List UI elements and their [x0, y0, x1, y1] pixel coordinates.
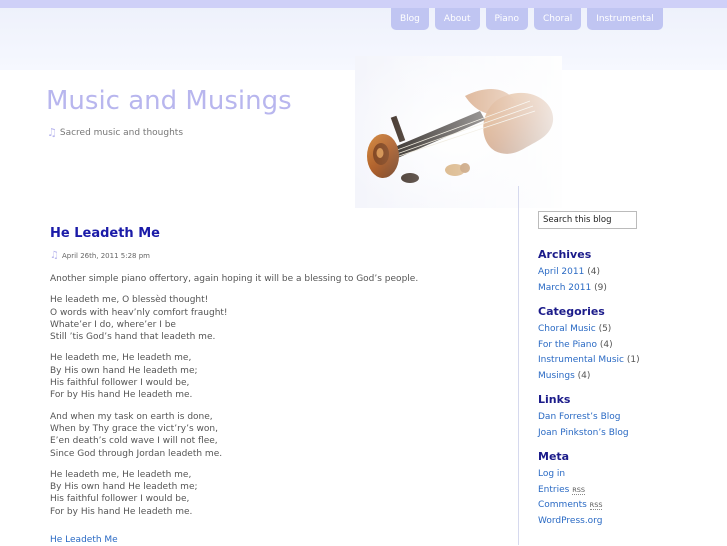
sidebar-divider — [518, 186, 519, 545]
list-item: March 2011 (9) — [538, 281, 708, 297]
music-note-icon: ♫ — [47, 126, 57, 139]
categories-list: Choral Music (5) For the Piano (4) Instr… — [538, 322, 708, 384]
list-item: Comments RSS — [538, 498, 708, 514]
tagline-text: Sacred music and thoughts — [59, 127, 184, 138]
category-link[interactable]: Musings — [538, 371, 575, 381]
meta-list: Log in Entries RSS Comments RSS WordPres… — [538, 467, 708, 529]
meta-title: Meta — [538, 450, 570, 463]
top-accent-bar — [0, 0, 727, 8]
verse-1: He leadeth me, O blessèd thought! O word… — [50, 295, 228, 343]
list-item: Entries RSS — [538, 483, 708, 499]
violin-scroll-image — [355, 56, 562, 208]
nav-tab-instrumental[interactable]: Instrumental — [587, 8, 663, 30]
nav-tab-about[interactable]: About — [434, 8, 480, 30]
nav-tab-choral[interactable]: Choral — [533, 8, 582, 30]
list-item: Joan Pinkston’s Blog — [538, 426, 708, 442]
rss-abbr: RSS — [589, 501, 603, 510]
archives-list: April 2011 (4) March 2011 (9) — [538, 265, 708, 296]
post-title[interactable]: He Leadeth Me — [50, 226, 470, 241]
verse-3: And when my task on earth is done, When … — [50, 411, 223, 459]
archives-title: Archives — [538, 248, 592, 261]
site-tagline: ♫ Sacred music and thoughts — [47, 126, 183, 139]
list-item: Log in — [538, 467, 708, 483]
archives-widget: Archives April 2011 (4) March 2011 (9) — [538, 248, 708, 296]
post-count: (4) — [587, 267, 600, 277]
post-meta: ♫ April 26th, 2011 5:28 pm — [50, 250, 470, 261]
verse-2: He leadeth me, He leadeth me, By His own… — [50, 353, 198, 401]
category-link[interactable]: Instrumental Music — [538, 355, 624, 365]
archive-link[interactable]: April 2011 — [538, 267, 584, 277]
login-link[interactable]: Log in — [538, 469, 565, 479]
categories-widget: Categories Choral Music (5) For the Pian… — [538, 305, 708, 384]
comments-rss-link[interactable]: Comments — [538, 500, 587, 510]
post-audio-link[interactable]: He Leadeth Me — [50, 535, 118, 545]
nav-tab-piano[interactable]: Piano — [485, 8, 528, 30]
meta-widget: Meta Log in Entries RSS Comments RSS Wor… — [538, 450, 708, 529]
list-item: Choral Music (5) — [538, 322, 708, 338]
list-item: Musings (4) — [538, 369, 708, 385]
archive-link[interactable]: March 2011 — [538, 283, 591, 293]
music-note-icon: ♫ — [50, 250, 59, 261]
post-count: (1) — [626, 355, 640, 365]
nav-tab-blog[interactable]: Blog — [391, 8, 429, 30]
sidebar: Archives April 2011 (4) March 2011 (9) C… — [538, 207, 708, 529]
rss-abbr: RSS — [572, 485, 586, 495]
links-widget: Links Dan Forrest’s Blog Joan Pinkston’s… — [538, 393, 708, 441]
entries-rss-link[interactable]: Entries — [538, 485, 569, 495]
post-count: (4) — [577, 370, 591, 381]
main-nav: Blog About Piano Choral Instrumental — [391, 8, 669, 30]
post-count: (9) — [594, 282, 607, 293]
list-item: WordPress.org — [538, 514, 708, 530]
category-link[interactable]: Choral Music — [538, 324, 596, 334]
site-title[interactable]: Music and Musings — [46, 86, 292, 116]
post-date: April 26th, 2011 5:28 pm — [61, 251, 150, 260]
post-count: (4) — [599, 339, 613, 350]
links-title: Links — [538, 393, 571, 406]
post-count: (5) — [598, 324, 612, 334]
blogroll-link[interactable]: Dan Forrest’s Blog — [538, 412, 620, 422]
category-link[interactable]: For the Piano — [538, 340, 597, 350]
verse-4: He leadeth me, He leadeth me, By His own… — [50, 469, 198, 517]
list-item: Instrumental Music (1) — [538, 353, 708, 369]
links-list: Dan Forrest’s Blog Joan Pinkston’s Blog — [538, 410, 708, 441]
wordpress-link[interactable]: WordPress.org — [538, 516, 602, 526]
list-item: April 2011 (4) — [538, 265, 708, 281]
list-item: For the Piano (4) — [538, 338, 708, 354]
list-item: Dan Forrest’s Blog — [538, 410, 708, 426]
post-intro: Another simple piano offertory, again ho… — [50, 274, 419, 284]
search-input[interactable] — [538, 211, 637, 229]
categories-title: Categories — [538, 305, 605, 318]
blogroll-link[interactable]: Joan Pinkston’s Blog — [538, 428, 629, 438]
post: He Leadeth Me ♫ April 26th, 2011 5:28 pm… — [50, 226, 470, 546]
